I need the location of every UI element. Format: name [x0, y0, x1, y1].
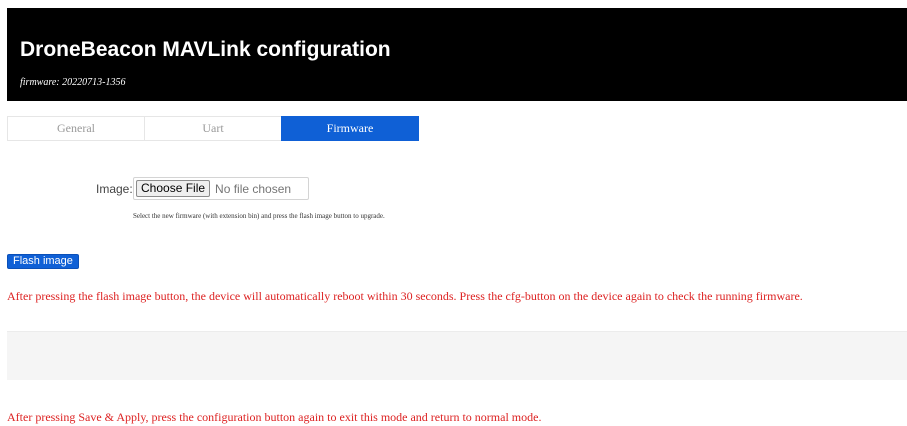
firmware-help-text: Select the new firmware (with extension …	[133, 212, 385, 220]
choose-file-button[interactable]: Choose File	[136, 180, 211, 197]
tab-general[interactable]: General	[7, 116, 144, 141]
no-file-chosen-text: No file chosen	[215, 181, 292, 196]
flash-image-button[interactable]: Flash image	[7, 254, 79, 269]
tab-uart[interactable]: Uart	[144, 116, 281, 141]
tab-firmware[interactable]: Firmware	[281, 116, 419, 141]
firmware-version: firmware: 20220713-1356	[20, 77, 126, 88]
image-label: Image:	[96, 182, 133, 196]
empty-panel	[7, 331, 907, 380]
tab-bar: General Uart Firmware	[7, 116, 419, 141]
flash-warning-text: After pressing the flash image button, t…	[7, 289, 803, 303]
firmware-file-input[interactable]: Choose File No file chosen	[133, 177, 309, 200]
page-header: DroneBeacon MAVLink configuration firmwa…	[7, 8, 907, 101]
save-warning-text: After pressing Save & Apply, press the c…	[7, 410, 542, 424]
page-title: DroneBeacon MAVLink configuration	[20, 38, 391, 61]
